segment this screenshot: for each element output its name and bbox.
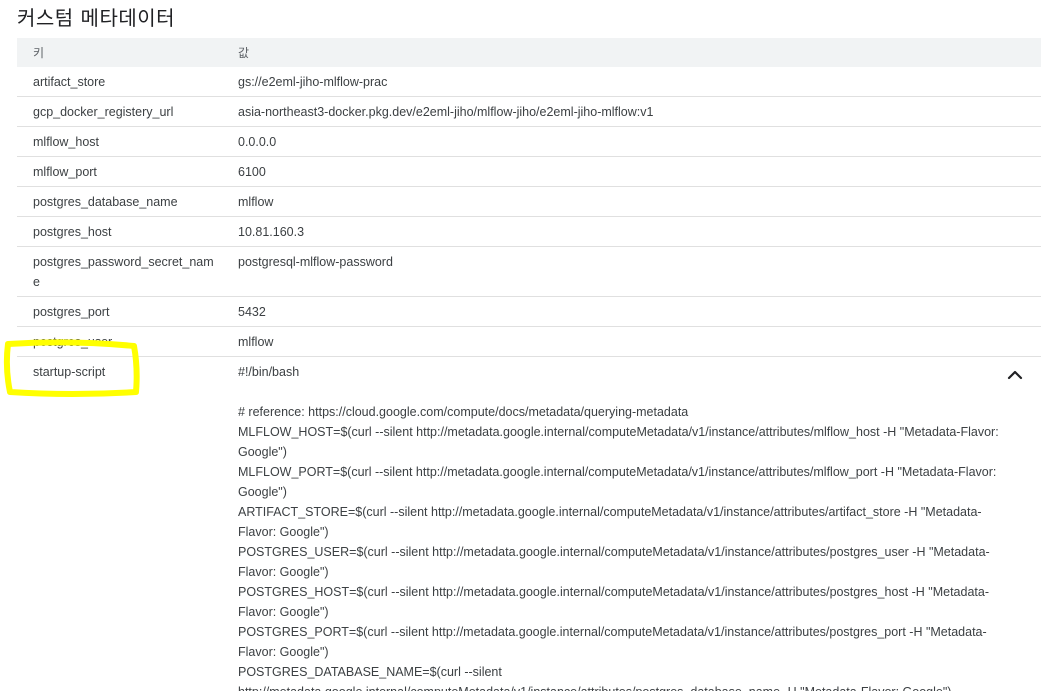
row-key: postgres_port [33,305,110,319]
script-line: MLFLOW_PORT=$(curl --silent http://metad… [238,465,997,499]
row-value: mlflow [238,335,274,349]
script-line: POSTGRES_USER=$(curl --silent http://met… [238,545,990,579]
row-key: postgres_password_secret_name [33,255,214,289]
row-key: mlflow_port [33,165,97,179]
script-line: POSTGRES_DATABASE_NAME=$(curl --silent h… [238,665,951,691]
script-line: ARTIFACT_STORE=$(curl --silent http://me… [238,505,982,539]
row-value: gs://e2eml-jiho-mlflow-prac [238,75,388,89]
script-blank-line [238,382,1001,402]
section-title: 커스텀 메타데이터 [17,6,176,30]
row-value: postgresql-mlflow-password [238,255,393,269]
row-key: gcp_docker_registery_url [33,105,174,119]
table-row: mlflow_host 0.0.0.0 [17,127,1041,157]
script-line: POSTGRES_HOST=$(curl --silent http://met… [238,585,989,619]
script-line: #!/bin/bash [238,365,300,379]
table-row: artifact_store gs://e2eml-jiho-mlflow-pr… [17,67,1041,97]
header-key: 키 [33,46,45,60]
startup-script-key: startup-script [33,365,106,379]
row-value: 10.81.160.3 [238,225,305,239]
header-value: 값 [238,46,250,60]
row-key: postgres_host [33,225,112,239]
row-key: mlflow_host [33,135,99,149]
chevron-up-icon [1007,370,1023,380]
script-line: MLFLOW_HOST=$(curl --silent http://metad… [238,425,999,459]
table-header: 키 값 [17,38,1041,67]
table-row: mlflow_port 6100 [17,157,1041,187]
table-row: postgres_user mlflow [17,327,1041,357]
row-value: 6100 [238,165,266,179]
custom-metadata-page: 커스텀 메타데이터 키 값 artifact_store gs://e2eml-… [0,0,1042,691]
startup-script-row: startup-script #!/bin/bash # reference: … [17,357,1041,691]
row-key: postgres_user [33,335,113,349]
metadata-table: 키 값 artifact_store gs://e2eml-jiho-mlflo… [17,38,1041,691]
row-key: artifact_store [33,75,106,89]
script-line: # reference: https://cloud.google.com/co… [238,405,689,419]
collapse-button[interactable] [1003,365,1027,385]
table-row: postgres_database_name mlflow [17,187,1041,217]
table-row: postgres_port 5432 [17,297,1041,327]
row-value: 5432 [238,305,266,319]
row-value: 0.0.0.0 [238,135,277,149]
script-line: POSTGRES_PORT=$(curl --silent http://met… [238,625,987,659]
table-row: gcp_docker_registery_url asia-northeast3… [17,97,1041,127]
table-row: postgres_password_secret_name postgresql… [17,247,1041,297]
row-value: mlflow [238,195,274,209]
row-key: postgres_database_name [33,195,178,209]
row-value: asia-northeast3-docker.pkg.dev/e2eml-jih… [238,105,654,119]
table-row: postgres_host 10.81.160.3 [17,217,1041,247]
startup-script-value: #!/bin/bash # reference: https://cloud.g… [222,357,1041,691]
